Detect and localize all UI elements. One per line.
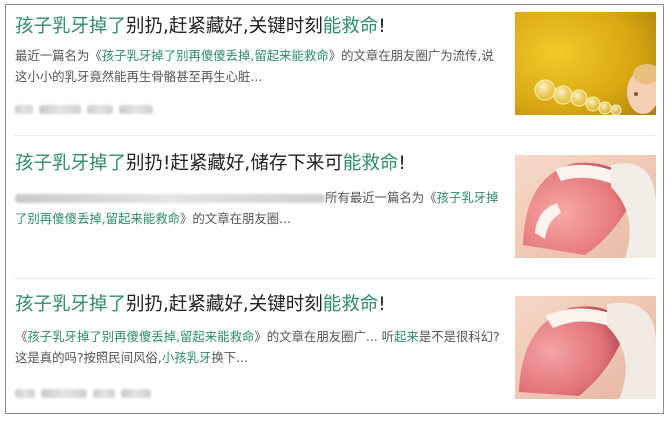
title-part[interactable]: ! <box>398 153 405 174</box>
blurred-meta <box>41 388 87 398</box>
child-mouth-teeth-photo-icon <box>515 155 656 258</box>
summary-part: 孩子乳牙掉了别再傻傻丢掉,留起来能救命 <box>27 329 255 344</box>
result-item[interactable]: 孩子乳牙掉了别扔,赶紧藏好,关键时刻能救命! 最近一篇名为《孩子乳牙掉了别再傻傻… <box>6 5 663 135</box>
result-title[interactable]: 孩子乳牙掉了别扔,赶紧藏好,关键时刻能救命! <box>15 293 386 317</box>
result-item[interactable]: 孩子乳牙掉了别扔!赶紧藏好,储存下来可能救命! 所有最近一篇名为《孩子乳牙掉了别… <box>6 136 663 278</box>
title-part[interactable]: 能救命 <box>323 294 379 315</box>
result-meta-blurred <box>15 387 151 399</box>
blurred-meta <box>87 104 113 114</box>
summary-part: 换下... <box>211 350 248 365</box>
search-results-panel: 孩子乳牙掉了别扔,赶紧藏好,关键时刻能救命! 最近一篇名为《孩子乳牙掉了别再傻傻… <box>5 4 664 414</box>
result-summary: 《孩子乳牙掉了别再傻傻丢掉,留起来能救命》的文章在朋友圈广... 听起来是不是很… <box>15 326 505 368</box>
blurred-meta <box>39 104 81 114</box>
blurred-meta <box>119 104 153 114</box>
title-part[interactable]: 能救命 <box>323 16 379 37</box>
summary-part: 所有最近一篇名为《 <box>325 190 437 205</box>
summary-part: 最近一篇名为《 <box>15 48 102 63</box>
result-meta-blurred <box>15 103 153 115</box>
result-title[interactable]: 孩子乳牙掉了别扔,赶紧藏好,关键时刻能救命! <box>15 15 386 39</box>
summary-part: 孩子乳牙掉了别再傻傻丢掉,留起来能救命 <box>101 48 329 63</box>
summary-part: 》的文章在朋友圈广... 听 <box>254 329 395 344</box>
title-part[interactable]: 能救命 <box>343 153 399 174</box>
title-part[interactable]: 别扔,赶紧藏好,关键时刻 <box>126 294 323 315</box>
summary-part: 小孩乳牙 <box>161 350 212 365</box>
summary-part: 起来 <box>394 329 419 344</box>
summary-part: 《 <box>15 329 28 344</box>
blurred-text <box>15 194 325 203</box>
title-part[interactable]: 别扔!赶紧藏好,储存下来可 <box>126 153 343 174</box>
baby-blowing-bubbles-photo-icon <box>515 12 656 115</box>
child-mouth-teeth-photo-icon <box>515 296 656 399</box>
blurred-meta <box>121 388 151 398</box>
result-title[interactable]: 孩子乳牙掉了别扔!赶紧藏好,储存下来可能救命! <box>15 152 406 176</box>
blurred-meta <box>15 104 33 114</box>
title-part[interactable]: 孩子乳牙掉了 <box>15 153 126 174</box>
result-summary: 所有最近一篇名为《孩子乳牙掉了别再傻傻丢掉,留起来能救命》的文章在朋友圈... <box>15 187 505 229</box>
result-thumbnail[interactable] <box>515 12 656 115</box>
title-part[interactable]: 孩子乳牙掉了 <box>15 294 126 315</box>
result-thumbnail[interactable] <box>515 155 656 258</box>
blurred-meta <box>15 388 35 398</box>
title-part[interactable]: ! <box>378 294 385 315</box>
summary-part: 》的文章在朋友圈... <box>180 211 291 226</box>
blurred-meta <box>93 388 115 398</box>
title-part[interactable]: 别扔,赶紧藏好,关键时刻 <box>126 16 323 37</box>
result-item[interactable]: 孩子乳牙掉了别扔,赶紧藏好,关键时刻能救命! 《孩子乳牙掉了别再傻傻丢掉,留起来… <box>6 279 663 413</box>
result-thumbnail[interactable] <box>515 296 656 399</box>
title-part[interactable]: ! <box>378 16 385 37</box>
title-part[interactable]: 孩子乳牙掉了 <box>15 16 126 37</box>
result-summary: 最近一篇名为《孩子乳牙掉了别再傻傻丢掉,留起来能救命》的文章在朋友圈广为流传,说… <box>15 45 505 87</box>
